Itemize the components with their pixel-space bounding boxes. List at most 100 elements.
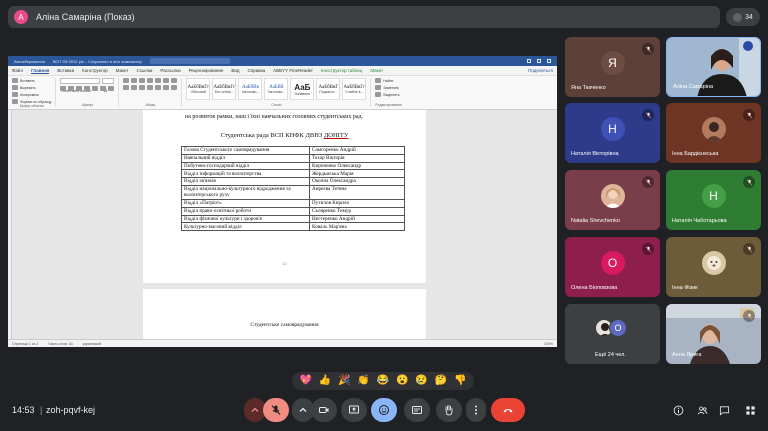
strikethrough-icon[interactable] [84,86,91,91]
copy-button[interactable]: Копировать [20,93,39,97]
shading-icon[interactable] [163,85,170,90]
tab-insert[interactable]: Вставка [57,68,74,73]
font-size-select[interactable]: 14 [102,78,115,93]
tab-mailings[interactable]: Рассылки [160,68,180,73]
select-icon[interactable] [375,92,382,97]
line-spacing-icon[interactable] [155,85,162,90]
participant-tile[interactable]: Аліна Самаріна [666,37,761,97]
align-right-icon[interactable] [139,85,146,90]
tab-layout[interactable]: Макет [116,68,129,73]
paste-button[interactable]: Вставить [20,79,35,83]
camera-toggle-button[interactable] [311,398,337,422]
borders-icon[interactable] [171,85,178,90]
participant-tile[interactable]: Natalia Shevchenko [565,170,660,230]
council-table[interactable]: Голова Студентського самоврядування Самсо… [181,146,405,232]
status-language[interactable]: украинский [83,342,101,346]
font-name-select[interactable]: Times New Roman [60,78,101,93]
reaction-sad[interactable]: 😢 [415,376,427,386]
style-subtitle[interactable]: АаБбВвГ Подзагол... [316,78,341,100]
people-count-button[interactable]: 34 [726,8,760,26]
sort-icon[interactable] [163,78,170,83]
more-vert-icon [475,405,477,415]
replace-button[interactable]: Заменить [383,86,399,90]
style-heading-1[interactable]: АаБбВв Заголово... [238,78,263,100]
find-button[interactable]: Найти [383,79,393,83]
bullets-icon[interactable] [123,78,130,83]
reaction-party[interactable]: 🎉 [338,376,350,386]
people-button[interactable] [696,404,708,416]
style-normal[interactable]: АаБбВвГг Обычный [186,78,211,100]
style-subtle-emphasis[interactable]: АаБбВвГг Слабое в... [342,78,367,100]
tab-design[interactable]: Конструктор [82,68,108,73]
font-color-icon[interactable] [108,86,115,91]
tab-table-design[interactable]: Конструктор таблиц [321,68,363,73]
maximize-icon[interactable] [537,59,541,63]
style-heading-2[interactable]: АаБбВ Заголово... [264,78,289,100]
status-zoom[interactable]: 100% [544,342,553,346]
style-no-spacing[interactable]: АаБбВвГг Без интер... [212,78,237,100]
align-left-icon[interactable] [123,85,130,90]
raise-hand-button[interactable] [436,398,462,422]
paste-icon[interactable] [12,78,18,83]
underline-icon[interactable] [76,86,83,91]
justify-icon[interactable] [147,85,154,90]
chat-button[interactable] [718,404,730,416]
tab-abbyy[interactable]: ABBYY FineReader [273,68,313,73]
minimize-icon[interactable] [527,59,531,63]
reaction-clap[interactable]: 👏 [357,376,369,386]
reaction-thumbs-down[interactable]: 👎 [454,376,466,386]
reaction-laugh[interactable]: 😂 [377,376,389,386]
bold-icon[interactable] [60,86,67,91]
cut-icon[interactable] [12,85,18,90]
captions-button[interactable] [404,398,430,422]
tab-references[interactable]: Ссылки [137,68,153,73]
reaction-thinking[interactable]: 🤔 [435,376,447,386]
style-title[interactable]: АаБ Название [290,78,315,100]
reaction-thumbs-up[interactable]: 👍 [319,376,331,386]
participant-tile[interactable]: Інна Фізик [666,237,761,297]
copy-icon[interactable] [12,92,18,97]
present-screen-button[interactable] [341,398,367,422]
participant-tile[interactable]: Н Наталія Чаботарьова [666,170,761,230]
pilcrow-icon[interactable] [171,78,178,83]
close-icon[interactable] [547,59,551,63]
align-center-icon[interactable] [131,85,138,90]
participant-tile[interactable]: Я Яна Ткаченко [565,37,660,97]
word-search-box[interactable] [149,58,230,64]
select-button[interactable]: Выделить [383,93,399,97]
autosave-label[interactable]: Автозбереження [14,59,45,64]
meeting-details-button[interactable] [672,404,684,416]
subscript-icon[interactable] [92,86,99,91]
document-page-1[interactable]: на розвиток рамки, наш і їхні навчальних… [143,110,426,283]
tab-file[interactable]: Файл [12,68,23,73]
indent-increase-icon[interactable] [155,78,162,83]
more-participants-tile[interactable]: О Ещё 24 чел. [565,304,660,364]
replace-icon[interactable] [375,85,382,90]
leave-call-button[interactable] [491,398,525,422]
reaction-surprised[interactable]: 😮 [396,376,408,386]
tab-view[interactable]: Вид [231,68,239,73]
tab-table-layout[interactable]: Макет [370,68,383,73]
format-painter-button[interactable]: Формат по образцу [20,100,51,104]
mic-toggle-button[interactable] [263,398,289,422]
numbering-icon[interactable] [131,78,138,83]
tab-home[interactable]: Главная [31,68,50,74]
indent-decrease-icon[interactable] [147,78,154,83]
tab-help[interactable]: Справка [248,68,266,73]
more-options-button[interactable] [466,398,486,422]
reaction-heart[interactable]: 💖 [299,376,311,386]
reactions-button[interactable] [371,398,397,422]
participant-tile[interactable]: Анна Ярига [666,304,761,364]
participant-tile[interactable]: Н Наталія Вікторівна [565,103,660,163]
find-icon[interactable] [375,78,382,83]
cut-button[interactable]: Вырезать [20,86,36,90]
superscript-icon[interactable] [100,86,107,91]
tab-review[interactable]: Рецензирование [189,68,224,73]
participant-tile[interactable]: Інна Бардієнеська [666,103,761,163]
document-page-2[interactable]: Студентське самоврядування [143,289,426,339]
participant-tile[interactable]: О Олена Біоповзова [565,237,660,297]
multilevel-icon[interactable] [139,78,146,83]
share-button[interactable]: Поделиться [528,68,553,73]
activities-button[interactable] [744,404,756,416]
italic-icon[interactable] [68,86,75,91]
